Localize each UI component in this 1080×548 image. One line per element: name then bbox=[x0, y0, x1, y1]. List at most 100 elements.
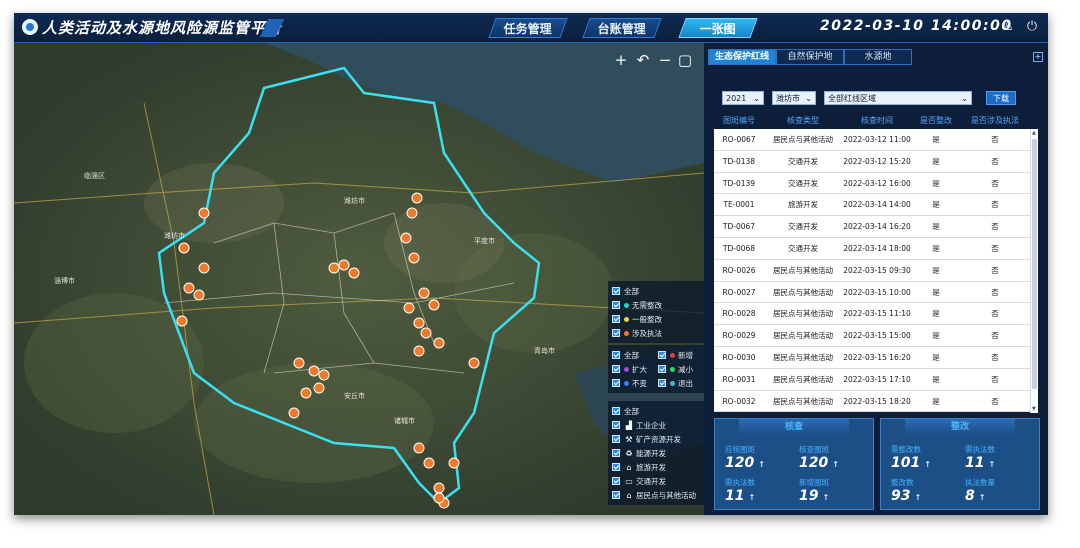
stat-item: 执法数量 8 ↑ bbox=[965, 478, 995, 504]
legend-change-new[interactable]: 新增 bbox=[658, 350, 693, 361]
top-bar: 人类活动及水源地风险源监管平台 任务管理 台账管理 一张图 2022-03-10… bbox=[14, 13, 1048, 43]
stat-item: 新增图斑 19 ↑ bbox=[799, 478, 830, 504]
legend-type-energy[interactable]: ♻ 能源开发 bbox=[612, 446, 700, 460]
svg-text:平度市: 平度市 bbox=[474, 236, 495, 245]
legend-type-all[interactable]: 全部 bbox=[612, 404, 700, 418]
arrow-up-icon: ↑ bbox=[758, 460, 765, 469]
legend-type-mining[interactable]: ⚒ 矿产资源开发 bbox=[612, 432, 700, 446]
checkbox[interactable] bbox=[658, 365, 666, 373]
table-row[interactable]: RO-0027 居民点与其他活动 2022-03-15 10:00 是否 bbox=[714, 281, 1030, 304]
tourism-icon: ⌂ bbox=[626, 462, 632, 472]
map-view[interactable]: 临淄区 潍坊市 潍坊市 平度市 安丘市 诸城市 青岛市 淄博市 + ↶ − ▢ 全部 无… bbox=[14, 43, 704, 515]
scroll-up-icon[interactable]: ▲ bbox=[1032, 130, 1036, 136]
mining-icon: ⚒ bbox=[625, 434, 633, 444]
stat-item: 需整改数 101 ↑ bbox=[891, 445, 931, 471]
scrollbar-thumb[interactable] bbox=[1032, 139, 1037, 389]
table-row[interactable]: RO-0032 居民点与其他活动 2022-03-15 18:20 是否 bbox=[714, 390, 1030, 413]
power-icon[interactable]: ⏻ bbox=[1024, 19, 1040, 35]
checkbox[interactable] bbox=[612, 365, 620, 373]
legend-change-expand[interactable]: 扩大 bbox=[612, 364, 658, 375]
checkbox[interactable] bbox=[612, 477, 620, 485]
checkbox[interactable] bbox=[612, 407, 620, 415]
table-row[interactable]: RO-0028 居民点与其他活动 2022-03-15 11:10 是否 bbox=[714, 303, 1030, 326]
arrow-up-icon: ↑ bbox=[914, 493, 922, 502]
legend-change-exit[interactable]: 退出 bbox=[658, 378, 693, 389]
year-select[interactable]: 2021 ⌄ bbox=[722, 91, 764, 105]
checkbox[interactable] bbox=[612, 463, 620, 471]
column-header[interactable]: 核查类型 bbox=[764, 113, 842, 129]
area-select[interactable]: 全部红线区域 ⌄ bbox=[824, 91, 972, 105]
checkbox[interactable] bbox=[612, 287, 620, 295]
stat-item: 核查图斑 120 ↑ bbox=[799, 445, 839, 471]
checkbox[interactable] bbox=[612, 491, 620, 499]
legend-type: 全部 ▟ 工业企业 ⚒ 矿产资源开发 ♻ 能源开发 ⌂ 旅游开发 ▭ 交通开发 ⌂ 居民点与… bbox=[608, 401, 704, 505]
table-row[interactable]: RO-0030 居民点与其他活动 2022-03-15 16:20 是否 bbox=[714, 346, 1030, 369]
table-row[interactable]: TD-0067 交通开发 2022-03-14 16:20 是否 bbox=[714, 216, 1030, 238]
table-row[interactable]: TE-0001 旅游开发 2022-03-14 14:00 是否 bbox=[714, 194, 1030, 217]
table-row[interactable]: TD-0139 交通开发 2022-03-12 16:00 是否 bbox=[714, 172, 1030, 195]
svg-text:潍坊市: 潍坊市 bbox=[344, 196, 365, 205]
tab-nature-reserve[interactable]: 自然保护地 bbox=[776, 49, 844, 65]
bus-icon: ▭ bbox=[625, 476, 633, 486]
checkbox[interactable] bbox=[612, 315, 620, 323]
recycle-icon: ♻ bbox=[625, 448, 633, 458]
expand-icon[interactable]: + bbox=[1033, 52, 1043, 62]
legend-change-unchanged[interactable]: 不变 bbox=[612, 378, 658, 389]
checkbox[interactable] bbox=[612, 435, 620, 443]
zoom-out-button[interactable]: − bbox=[656, 51, 674, 69]
legend-type-transport[interactable]: ▭ 交通开发 bbox=[612, 474, 700, 488]
svg-text:安丘市: 安丘市 bbox=[344, 391, 365, 400]
tab-eco-redline[interactable]: 生态保护红线 bbox=[708, 49, 776, 65]
legend-status-all[interactable]: 全部 bbox=[612, 284, 700, 298]
arrow-up-icon: ↑ bbox=[822, 493, 830, 502]
green-dot-icon bbox=[670, 366, 675, 372]
yellow-dot-icon bbox=[624, 316, 629, 322]
checkbox[interactable] bbox=[612, 329, 620, 337]
checkbox[interactable] bbox=[612, 421, 620, 429]
undo-button[interactable]: ↶ bbox=[634, 51, 652, 69]
legend-type-residence[interactable]: ⌂ 居民点与其他活动 bbox=[612, 488, 700, 502]
checkbox[interactable] bbox=[658, 379, 666, 387]
table-row[interactable]: TD-0068 交通开发 2022-03-14 18:00 是否 bbox=[714, 237, 1030, 260]
column-header[interactable]: 是否涉及执法 bbox=[960, 113, 1030, 129]
legend-type-industry[interactable]: ▟ 工业企业 bbox=[612, 418, 700, 432]
legend-type-tourism[interactable]: ⌂ 旅游开发 bbox=[612, 460, 700, 474]
legend-status-general-rectify[interactable]: 一般整改 bbox=[612, 312, 700, 326]
legend-change-all[interactable]: 全部 bbox=[612, 350, 658, 361]
tab-water-source[interactable]: 水源地 bbox=[844, 49, 912, 65]
svg-text:诸城市: 诸城市 bbox=[394, 416, 415, 425]
checkbox[interactable] bbox=[612, 301, 620, 309]
legend-status-enforcement[interactable]: 涉及执法 bbox=[612, 326, 700, 340]
records-table: RO-0067 居民点与其他活动 2022-03-12 11:00 是否 TD-013… bbox=[714, 129, 1030, 413]
nav-ledger-management[interactable]: 台账管理 bbox=[582, 18, 662, 38]
legend-status-no-rectify[interactable]: 无需整改 bbox=[612, 298, 700, 312]
legend-change-reduce[interactable]: 减小 bbox=[658, 364, 693, 375]
table-header: 图斑编号 核查类型 核查时间 是否整改 是否涉及执法 bbox=[714, 113, 1030, 129]
checkbox[interactable] bbox=[612, 379, 620, 387]
checkbox[interactable] bbox=[658, 351, 666, 359]
city-select[interactable]: 潍坊市 ⌄ bbox=[772, 91, 816, 105]
scroll-down-icon[interactable]: ▼ bbox=[1032, 406, 1036, 412]
table-row[interactable]: RO-0067 居民点与其他活动 2022-03-12 11:00 是否 bbox=[714, 129, 1030, 151]
nav-task-management[interactable]: 任务管理 bbox=[488, 18, 568, 38]
arrow-up-icon: ↑ bbox=[978, 493, 986, 502]
table-row[interactable]: RO-0031 居民点与其他活动 2022-03-15 17:10 是否 bbox=[714, 368, 1030, 391]
user-icon[interactable]: ♙ bbox=[1000, 19, 1016, 35]
checkbox[interactable] bbox=[612, 351, 620, 359]
satellite-map[interactable]: 临淄区潍坊市 潍坊市平度市 安丘市诸城市 青岛市 淄博市 bbox=[14, 43, 704, 515]
table-scrollbar[interactable]: ▲ ▼ bbox=[1030, 129, 1038, 413]
column-header[interactable]: 核查时间 bbox=[842, 113, 912, 129]
nav-one-map[interactable]: 一张图 bbox=[678, 18, 758, 38]
table-row[interactable]: RO-0029 居民点与其他活动 2022-03-15 15:00 是否 bbox=[714, 325, 1030, 347]
arrow-up-icon: ↑ bbox=[988, 460, 996, 469]
table-row[interactable]: RO-0026 居民点与其他活动 2022-03-15 09:30 是否 bbox=[714, 259, 1030, 282]
fullscreen-button[interactable]: ▢ bbox=[676, 51, 694, 69]
column-header[interactable]: 是否整改 bbox=[912, 113, 960, 129]
app-title: 人类活动及水源地风险源监管平台 bbox=[42, 19, 283, 37]
table-row[interactable]: TD-0138 交通开发 2022-03-12 15:20 是否 bbox=[714, 150, 1030, 173]
checkbox[interactable] bbox=[612, 449, 620, 457]
download-button[interactable]: 下载 bbox=[986, 91, 1016, 105]
zoom-in-button[interactable]: + bbox=[612, 51, 630, 69]
chevron-down-icon: ⌄ bbox=[805, 94, 812, 103]
column-header[interactable]: 图斑编号 bbox=[714, 113, 764, 129]
